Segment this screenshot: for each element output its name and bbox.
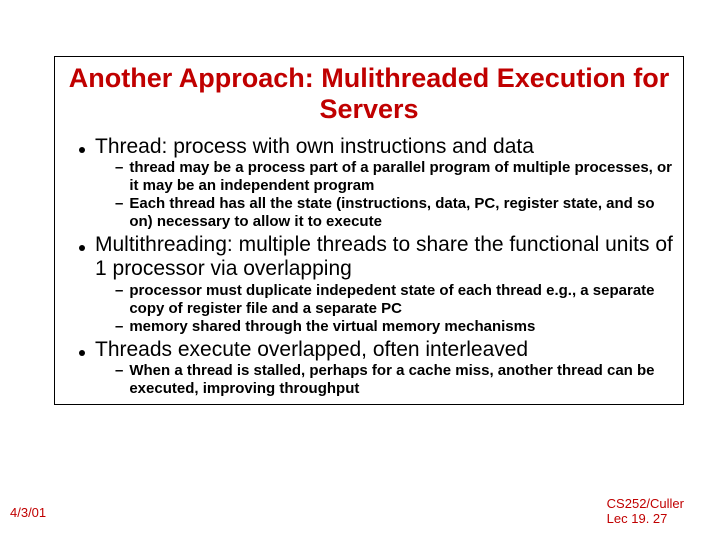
bullet-text: Thread: process with own instructions an… [95, 135, 534, 159]
footer-date: 4/3/01 [10, 505, 46, 520]
dash-icon: – [115, 318, 123, 336]
sub-bullet-item: – memory shared through the virtual memo… [59, 318, 679, 336]
dash-icon: – [115, 159, 123, 177]
sub-bullet-text: processor must duplicate indepedent stat… [129, 282, 679, 318]
sub-bullet-text: thread may be a process part of a parall… [129, 159, 679, 195]
bullet-dot-icon [79, 245, 85, 251]
dash-icon: – [115, 362, 123, 380]
bullet-dot-icon [79, 350, 85, 356]
bullet-dot-icon [79, 147, 85, 153]
sub-bullet-text: Each thread has all the state (instructi… [129, 195, 679, 231]
slide-content-box: Another Approach: Mulithreaded Execution… [54, 56, 684, 405]
bullet-item: Thread: process with own instructions an… [59, 135, 679, 159]
dash-icon: – [115, 282, 123, 300]
sub-bullet-item: – Each thread has all the state (instruc… [59, 195, 679, 231]
footer-course-line2: Lec 19. 27 [607, 511, 668, 526]
bullet-item: Threads execute overlapped, often interl… [59, 338, 679, 362]
bullet-item: Multithreading: multiple threads to shar… [59, 233, 679, 281]
bullet-text: Threads execute overlapped, often interl… [95, 338, 528, 362]
slide-body: Thread: process with own instructions an… [55, 135, 683, 404]
sub-bullet-text: memory shared through the virtual memory… [129, 318, 535, 336]
dash-icon: – [115, 195, 123, 213]
sub-bullet-text: When a thread is stalled, perhaps for a … [129, 362, 679, 398]
footer-course-line1: CS252/Culler [607, 496, 684, 511]
slide-title: Another Approach: Mulithreaded Execution… [55, 57, 683, 133]
footer-course: CS252/Culler Lec 19. 27 [607, 497, 684, 526]
sub-bullet-item: – thread may be a process part of a para… [59, 159, 679, 195]
bullet-text: Multithreading: multiple threads to shar… [95, 233, 679, 281]
sub-bullet-item: – When a thread is stalled, perhaps for … [59, 362, 679, 398]
sub-bullet-item: – processor must duplicate indepedent st… [59, 282, 679, 318]
